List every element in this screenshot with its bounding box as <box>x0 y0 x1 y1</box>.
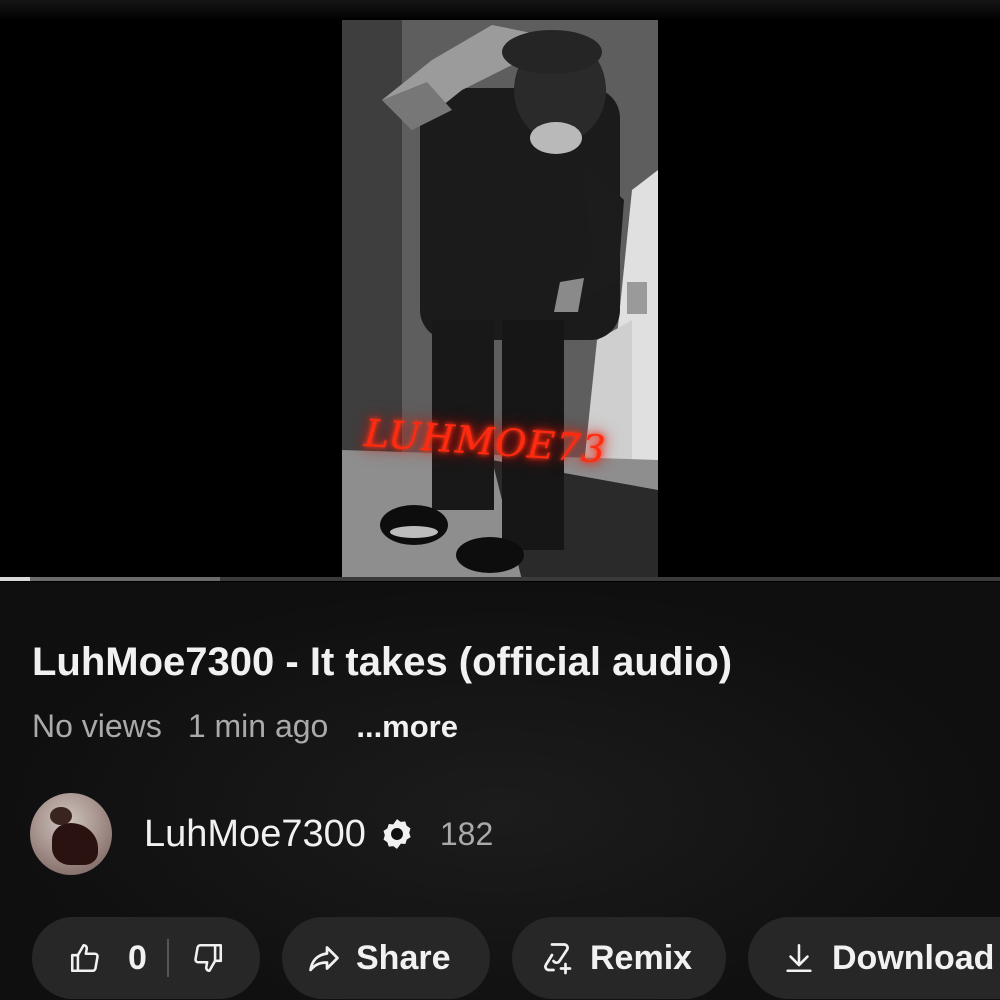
progress-played <box>0 577 30 581</box>
download-button[interactable]: Download <box>748 917 1000 999</box>
thumbs-down-icon[interactable] <box>191 941 225 975</box>
avatar-head <box>50 807 72 825</box>
player-top-fade <box>0 0 1000 20</box>
like-dislike-segment: 0 <box>32 917 260 999</box>
progress-buffered <box>0 577 220 581</box>
subscriber-count: 182 <box>439 815 494 852</box>
remix-label: Remix <box>590 938 693 977</box>
thumbs-up-icon[interactable] <box>68 941 102 975</box>
action-bar: 0 Share Remix Download <box>32 917 1000 999</box>
share-label: Share <box>356 938 451 977</box>
channel-name[interactable]: LuhMoe7300 <box>144 813 366 856</box>
share-arrow-icon <box>306 940 342 976</box>
upload-age: 1 min ago <box>187 708 329 744</box>
video-player[interactable]: LUHMOE73 <box>0 0 1000 582</box>
video-meta[interactable]: No views 1 min ago ...more <box>32 708 458 745</box>
watch-page: LUHMOE73 LuhMoe7300 - It takes (official… <box>0 0 1000 1000</box>
video-title[interactable]: LuhMoe7300 - It takes (official audio) <box>32 640 732 685</box>
download-label: Download <box>832 938 995 977</box>
video-still-image <box>342 20 658 580</box>
remix-icon <box>540 940 576 976</box>
like-divider <box>166 939 169 977</box>
avatar-figure <box>52 823 98 865</box>
verified-badge-icon <box>380 817 414 851</box>
share-button[interactable]: Share <box>282 917 490 999</box>
more-button[interactable]: ...more <box>356 709 458 745</box>
channel-row[interactable]: LuhMoe7300 182 <box>30 792 493 876</box>
channel-avatar[interactable] <box>30 793 112 875</box>
download-icon <box>782 941 816 975</box>
video-progress-bar[interactable] <box>0 577 1000 581</box>
video-frame[interactable]: LUHMOE73 <box>342 20 658 580</box>
view-count: No views <box>32 708 162 744</box>
remix-button[interactable]: Remix <box>512 917 726 999</box>
like-count[interactable]: 0 <box>128 939 147 978</box>
